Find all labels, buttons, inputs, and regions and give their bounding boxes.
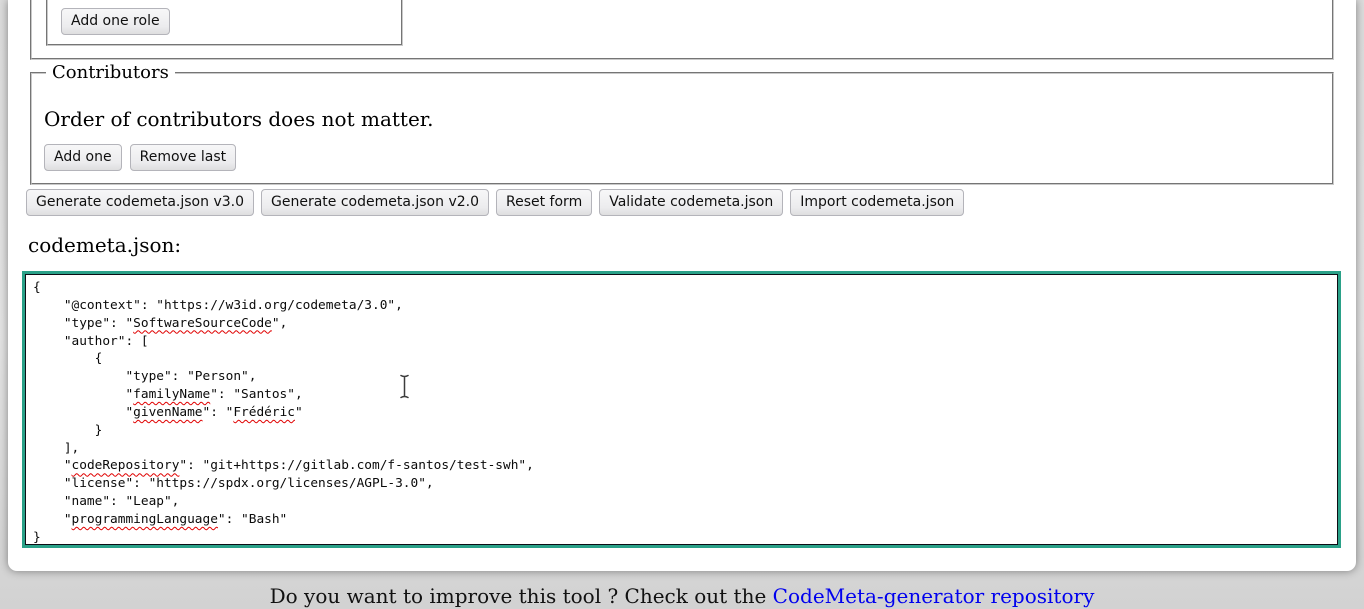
code-line: "familyName": "Santos",: [33, 386, 1330, 404]
code-line: }: [33, 422, 1330, 440]
generate-v3-button[interactable]: Generate codemeta.json v3.0: [26, 189, 254, 216]
code-line: "programmingLanguage": "Bash": [33, 511, 1330, 529]
codemeta-generator-repository-link[interactable]: CodeMeta-generator repository: [773, 584, 1095, 608]
add-one-contributor-button[interactable]: Add one: [44, 144, 122, 171]
code-line: "type": "Person",: [33, 368, 1330, 386]
codemeta-output-label: codemeta.json:: [28, 233, 181, 257]
code-line: "givenName": "Frédéric": [33, 404, 1330, 422]
code-line: "codeRepository": "git+https://gitlab.co…: [33, 457, 1330, 475]
validate-button[interactable]: Validate codemeta.json: [599, 189, 783, 216]
contributors-legend: Contributors: [46, 62, 175, 83]
code-line: {: [33, 350, 1330, 368]
footer: Do you want to improve this tool ? Check…: [0, 584, 1364, 608]
add-one-role-button[interactable]: Add one role: [61, 8, 170, 35]
code-line: "@context": "https://w3id.org/codemeta/3…: [33, 297, 1330, 315]
code-line: "name": "Leap",: [33, 493, 1330, 511]
code-line: }: [33, 529, 1330, 547]
remove-last-contributor-button[interactable]: Remove last: [130, 144, 237, 171]
contributors-fieldset: Contributors Order of contributors does …: [30, 62, 1334, 185]
main-content: Add one role Contributors Order of contr…: [8, 0, 1356, 571]
codemeta-output[interactable]: { "@context": "https://w3id.org/codemeta…: [22, 271, 1341, 548]
text-cursor-pointer: [398, 373, 411, 400]
contributors-note: Order of contributors does not matter.: [44, 107, 1332, 131]
code-line: "type": "SoftwareSourceCode",: [33, 315, 1330, 333]
actions-row: Generate codemeta.json v3.0 Generate code…: [26, 189, 964, 216]
import-button[interactable]: Import codemeta.json: [790, 189, 964, 216]
reset-form-button[interactable]: Reset form: [496, 189, 592, 216]
code-line: "license": "https://spdx.org/licenses/AG…: [33, 475, 1330, 493]
code-line: ],: [33, 440, 1330, 458]
code-line: {: [33, 279, 1330, 297]
contributors-button-row: Add one Remove last: [44, 144, 1332, 171]
generate-v2-button[interactable]: Generate codemeta.json v2.0: [261, 189, 489, 216]
code-line: "author": [: [33, 333, 1330, 351]
footer-text: Do you want to improve this tool ? Check…: [270, 584, 773, 608]
